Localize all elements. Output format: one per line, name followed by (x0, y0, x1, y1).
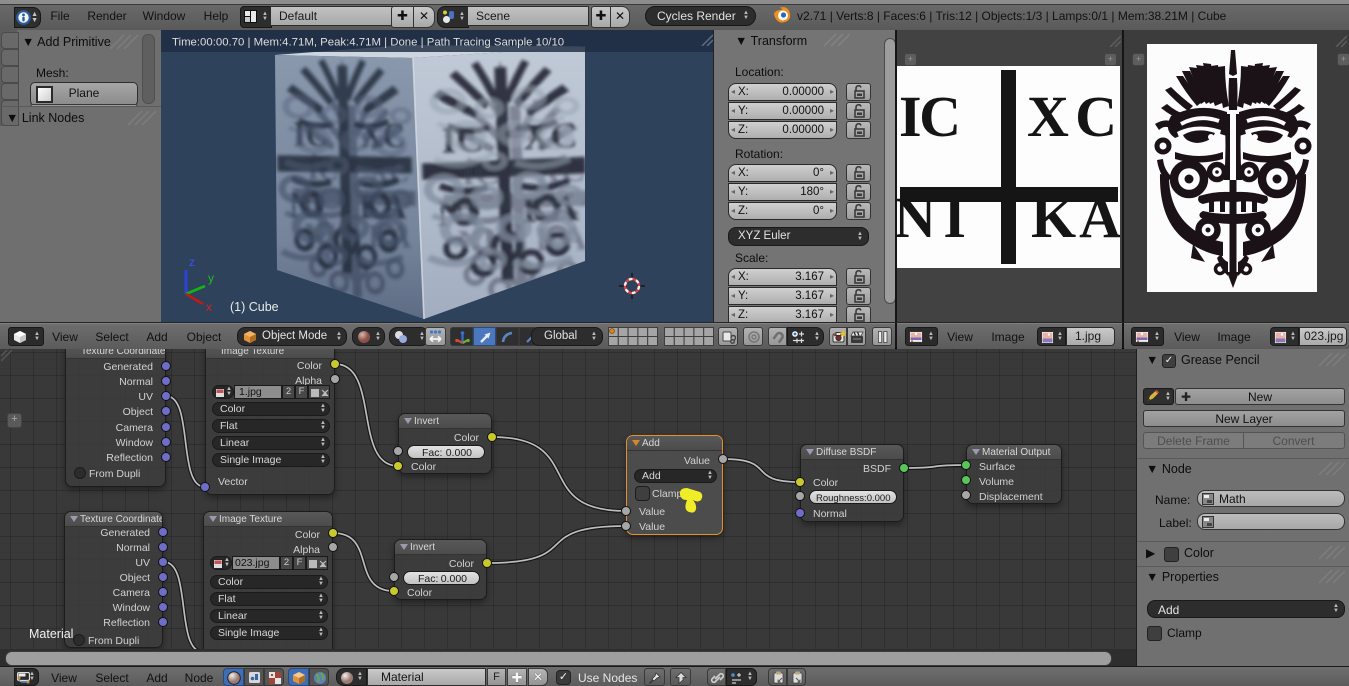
svg-text:z: z (189, 255, 195, 269)
svg-text:IC: IC (899, 84, 961, 149)
svg-text:KA: KA (1031, 185, 1120, 250)
svg-text:NI: NI (897, 185, 966, 250)
svg-text:x: x (206, 300, 212, 314)
svg-text:Time:00:00.70 | Mem:4.71M, Pea: Time:00:00.70 | Mem:4.71M, Peak:4.71M | … (172, 37, 564, 49)
svg-text:(1) Cube: (1) Cube (230, 300, 279, 314)
svg-text:y: y (208, 271, 214, 285)
